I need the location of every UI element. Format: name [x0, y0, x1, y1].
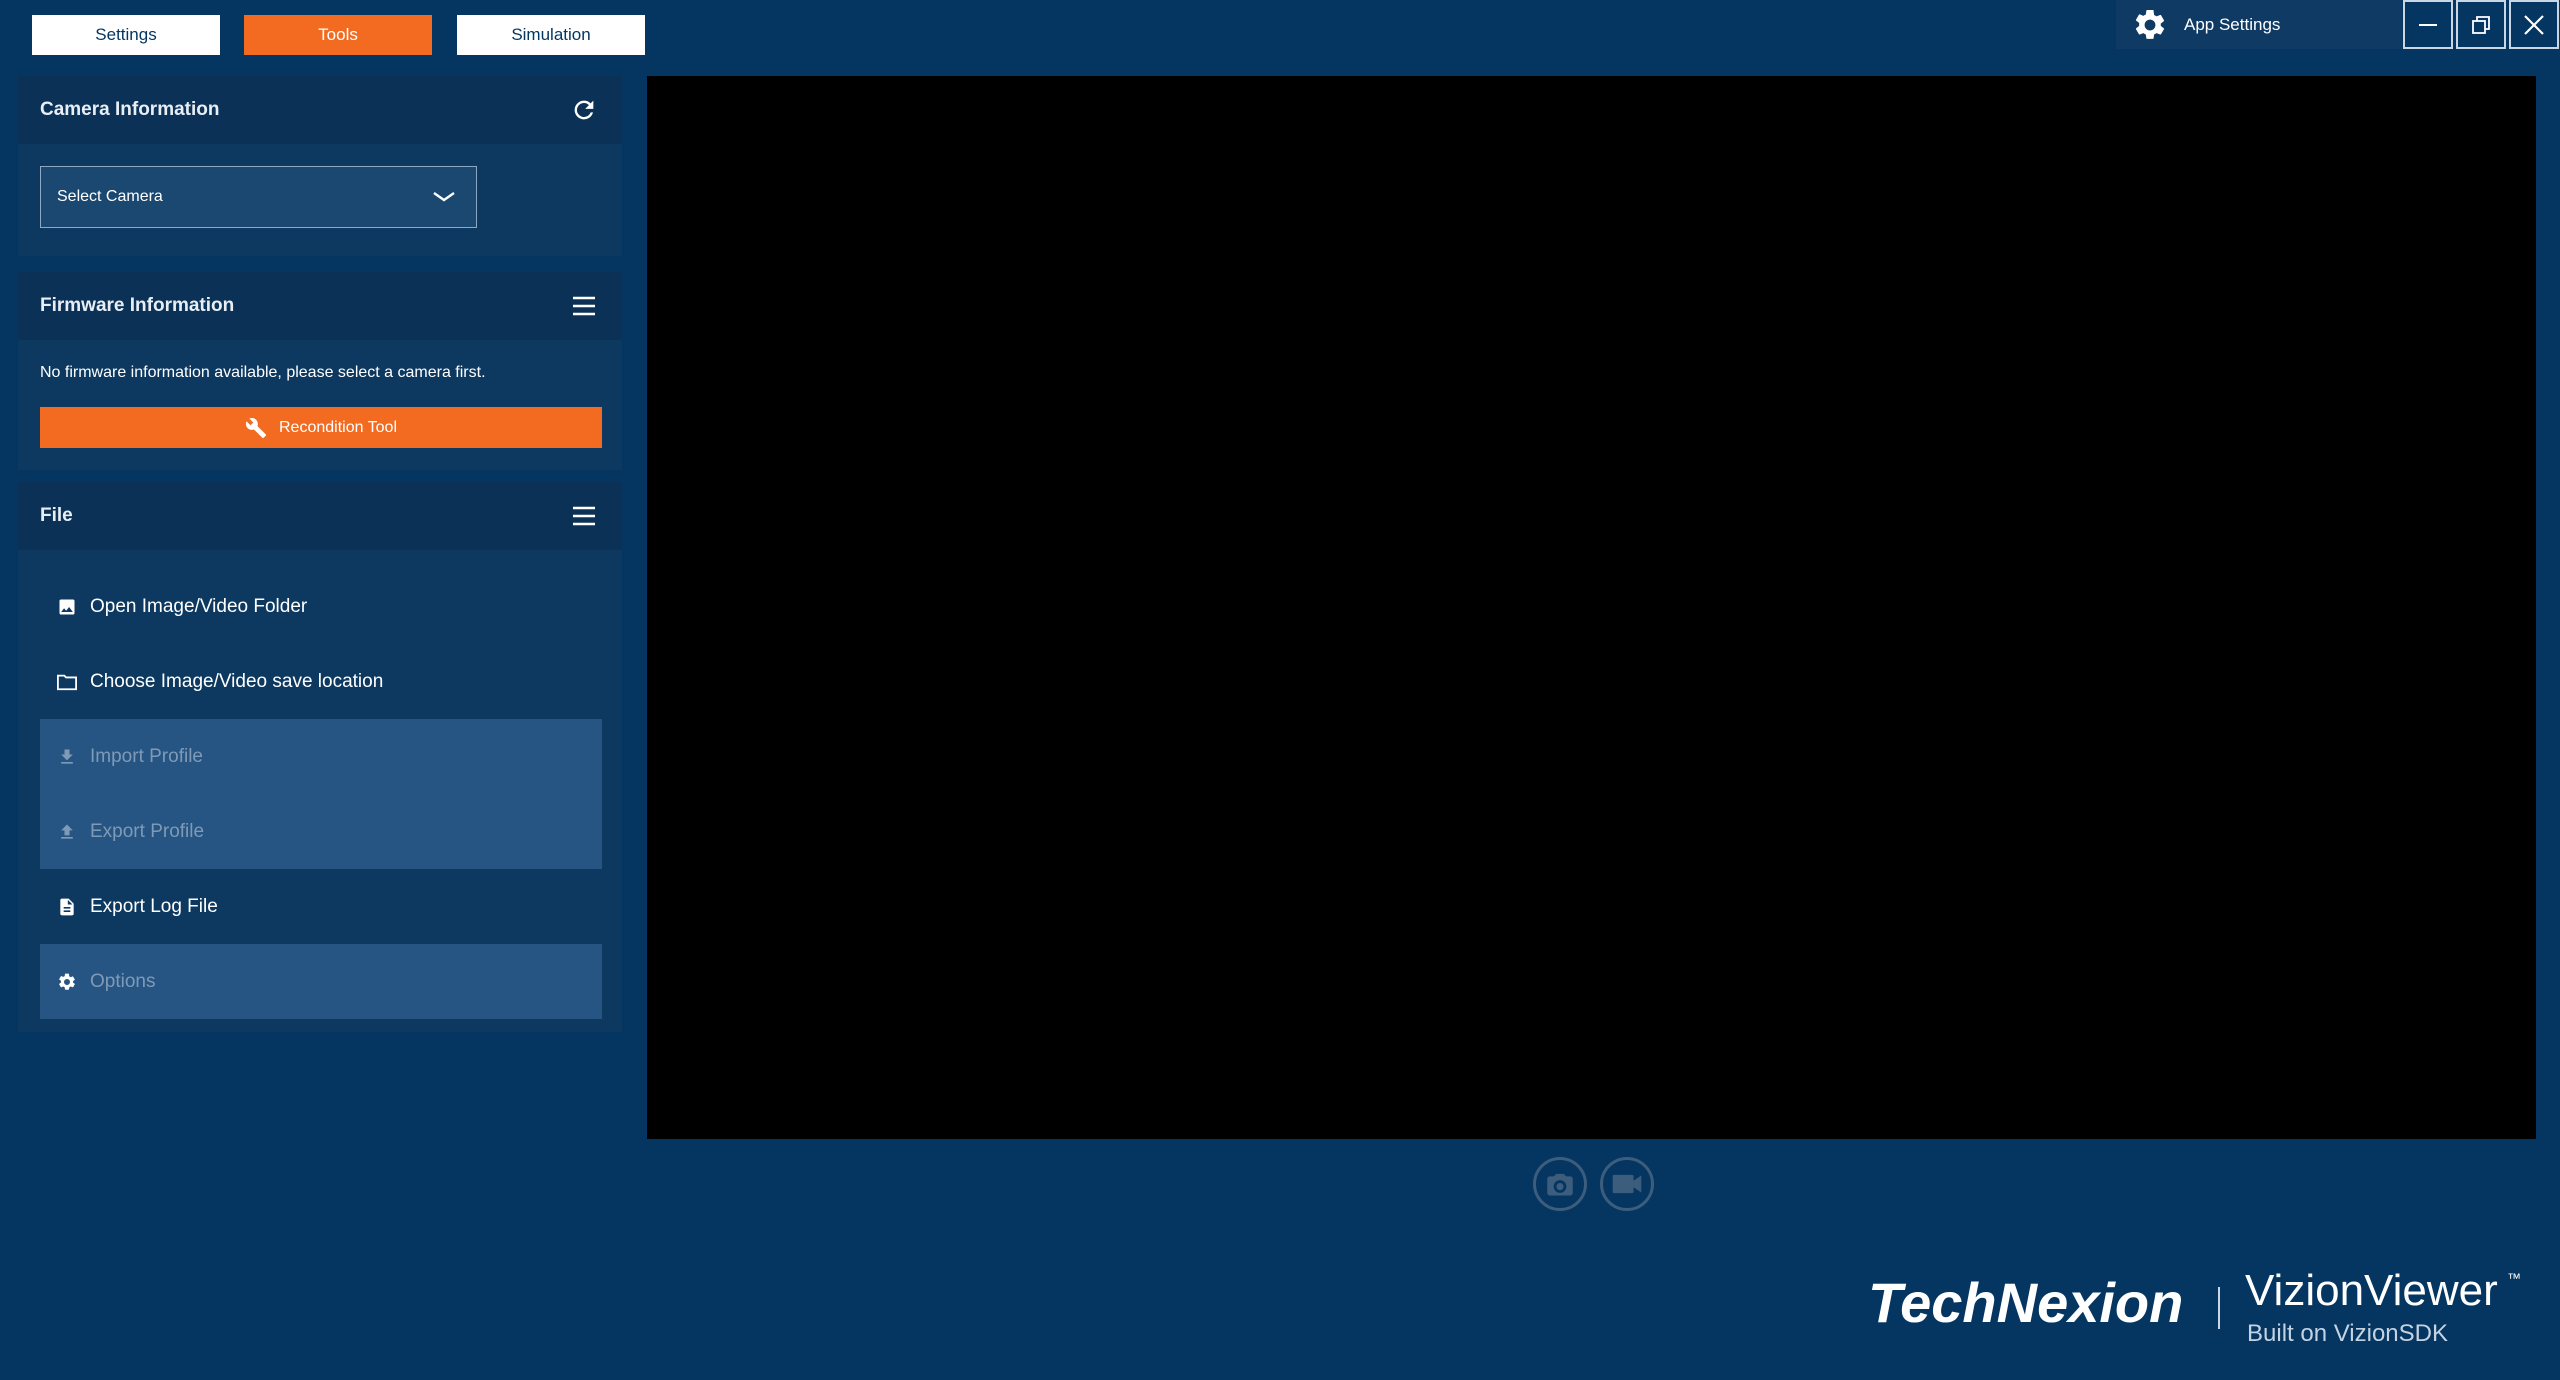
firmware-panel-title: Firmware Information: [40, 295, 235, 316]
tab-simulation-label: Simulation: [511, 25, 591, 44]
tab-simulation[interactable]: Simulation: [457, 15, 645, 55]
hamburger-menu-icon[interactable]: [570, 502, 598, 530]
folder-icon: [57, 674, 77, 690]
vizionviewer-title: VizionViewer: [2245, 1266, 2498, 1315]
camera-panel-header: Camera Information: [18, 76, 622, 144]
refresh-icon[interactable]: [570, 96, 598, 124]
technexion-logo: TechNexion: [1868, 1271, 2184, 1334]
file-item-label: Import Profile: [90, 745, 203, 767]
upload-icon: [61, 824, 73, 839]
app-window: Settings Tools Simulation App Settings C…: [0, 0, 2560, 1380]
video-preview: [647, 76, 2536, 1139]
video-camera-icon: [1612, 1174, 1642, 1194]
brand-divider: [2218, 1287, 2220, 1329]
minimize-button[interactable]: [2403, 0, 2453, 49]
firmware-information-panel: Firmware Information No firmware informa…: [18, 272, 622, 470]
camera-information-panel: Camera Information Select Camera: [18, 76, 622, 256]
tab-tools-label: Tools: [318, 25, 358, 44]
export-log-file-item[interactable]: Export Log File: [40, 869, 602, 944]
brand-subtitle: Built on VizionSDK: [2247, 1320, 2448, 1347]
file-panel-header: File: [18, 482, 622, 550]
minimize-icon: [2419, 23, 2437, 26]
gear-icon: [59, 973, 75, 990]
file-item-label: Open Image/Video Folder: [90, 595, 308, 617]
snapshot-button[interactable]: [1533, 1157, 1587, 1211]
firmware-panel-header: Firmware Information: [18, 272, 622, 340]
file-item-label: Options: [90, 970, 156, 992]
recondition-tool-button[interactable]: Recondition Tool: [40, 407, 602, 448]
app-settings-label: App Settings: [2184, 14, 2281, 34]
close-button[interactable]: [2509, 0, 2559, 49]
tab-tools[interactable]: Tools: [244, 15, 432, 55]
download-icon: [61, 749, 73, 764]
tab-settings-label: Settings: [95, 25, 157, 44]
camera-panel-title: Camera Information: [40, 99, 220, 120]
chevron-down-icon: [433, 192, 455, 202]
choose-save-location-item[interactable]: Choose Image/Video save location: [40, 644, 602, 719]
tab-settings[interactable]: Settings: [32, 15, 220, 55]
app-settings-button[interactable]: App Settings: [2116, 0, 2402, 49]
trademark-symbol: ™: [2507, 1270, 2521, 1286]
recondition-tool-label: Recondition Tool: [278, 418, 397, 436]
open-image-video-folder-item[interactable]: Open Image/Video Folder: [40, 569, 602, 644]
file-item-label: Export Profile: [90, 820, 205, 842]
gear-icon: [2135, 9, 2165, 39]
options-item: Options: [40, 944, 602, 1019]
select-camera-value: Select Camera: [57, 188, 163, 205]
file-item-label: Choose Image/Video save location: [90, 670, 384, 692]
restore-button[interactable]: [2456, 0, 2506, 49]
select-camera-dropdown[interactable]: Select Camera: [40, 166, 477, 228]
record-button[interactable]: [1600, 1157, 1654, 1211]
image-icon: [59, 599, 75, 614]
close-icon: [2524, 14, 2544, 35]
firmware-message: No firmware information available, pleas…: [40, 364, 486, 381]
import-profile-item: Import Profile: [40, 719, 602, 794]
camera-icon: [1547, 1173, 1573, 1196]
top-bar: Settings Tools Simulation App Settings: [0, 0, 2560, 72]
document-icon: [60, 898, 74, 915]
wrench-icon: [245, 417, 267, 438]
file-item-label: Export Log File: [90, 895, 218, 917]
file-panel: File Open Image/Video Folder Choose Imag…: [18, 482, 622, 1032]
hamburger-menu-icon[interactable]: [570, 292, 598, 320]
file-panel-title: File: [40, 505, 73, 526]
restore-icon: [2472, 15, 2490, 34]
export-profile-item: Export Profile: [40, 794, 602, 869]
